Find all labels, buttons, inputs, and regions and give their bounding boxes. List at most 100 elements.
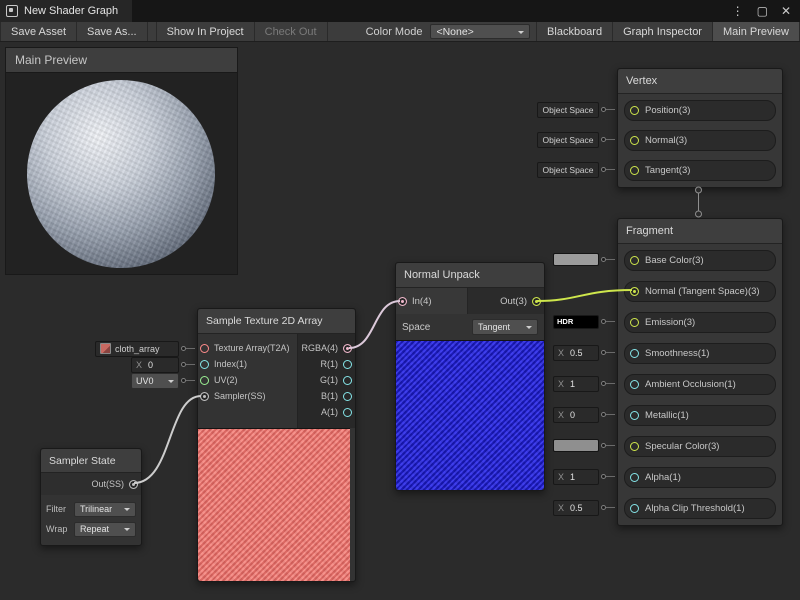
normal-tangent-space-port[interactable] xyxy=(630,287,639,296)
normal-port[interactable] xyxy=(630,136,639,145)
port-row-alpha-clip-threshold: Alpha Clip Threshold(1) xyxy=(624,498,776,519)
sample-texture-2d-array-node[interactable]: Sample Texture 2D Array Texture Array(T2… xyxy=(197,308,356,582)
shader-graph-tab[interactable]: New Shader Graph xyxy=(0,0,132,22)
input-row-uv: UV(2) xyxy=(200,372,238,388)
color-mode-value: <None> xyxy=(436,26,473,38)
space-dropdown[interactable]: Object Space xyxy=(537,102,599,118)
in-port[interactable] xyxy=(398,297,407,306)
float-field[interactable]: X 0 xyxy=(553,407,599,423)
show-in-project-button[interactable]: Show In Project xyxy=(156,22,255,41)
port-row-normal-tangent-space: Normal (Tangent Space)(3) xyxy=(624,281,776,302)
texture-array-port[interactable] xyxy=(200,344,209,353)
save-as-button[interactable]: Save As... xyxy=(77,22,148,41)
texture-name: cloth_array xyxy=(115,344,160,354)
space-dropdown[interactable]: Tangent xyxy=(472,319,538,335)
graph-canvas[interactable]: Main Preview Vertex Position(3) Normal(3… xyxy=(0,42,800,600)
port-row-metallic: Metallic(1) xyxy=(624,405,776,426)
color-mode-dropdown[interactable]: <None> xyxy=(430,24,530,39)
rgba-port[interactable] xyxy=(343,344,352,353)
vertex-node[interactable]: Vertex Position(3) Normal(3) Tangent(3) xyxy=(617,68,783,188)
space-dropdown[interactable]: Object Space xyxy=(537,162,599,178)
edge-rgba-to-in[interactable] xyxy=(349,301,400,348)
main-preview-button[interactable]: Main Preview xyxy=(713,22,800,41)
window-menu-button[interactable]: ⋮ xyxy=(732,4,744,18)
float-field[interactable]: X 0.5 xyxy=(553,500,599,516)
color-swatch[interactable] xyxy=(553,439,599,452)
node-title: Normal Unpack xyxy=(396,263,544,288)
color-swatch[interactable] xyxy=(553,253,599,266)
out-port[interactable] xyxy=(532,297,541,306)
hdr-color-swatch[interactable]: HDR xyxy=(553,315,599,329)
filter-value: Trilinear xyxy=(80,504,112,514)
float-field[interactable]: X 0 xyxy=(131,357,179,373)
position-port[interactable] xyxy=(630,106,639,115)
emission-widget: HDR xyxy=(553,313,615,330)
cloth-texture-preview xyxy=(198,428,350,581)
tangent-port[interactable] xyxy=(630,166,639,175)
space-dropdown[interactable]: Object Space xyxy=(537,132,599,148)
port-row-alpha: Alpha(1) xyxy=(624,467,776,488)
fragment-node[interactable]: Fragment Base Color(3) Normal (Tangent S… xyxy=(617,218,783,526)
dropdown-arrow-icon xyxy=(518,31,524,37)
graph-inspector-button[interactable]: Graph Inspector xyxy=(613,22,713,41)
toolbar-gap xyxy=(148,22,156,41)
toolbar-right-group: Blackboard Graph Inspector Main Preview xyxy=(536,22,800,41)
widget-wire xyxy=(606,476,615,477)
float-value: 0.5 xyxy=(570,503,583,513)
sampler-port[interactable] xyxy=(200,392,209,401)
normal-unpack-node[interactable]: Normal Unpack In(4) Out(3) Space Tangent xyxy=(395,262,545,491)
g-port[interactable] xyxy=(343,376,352,385)
main-preview-panel: Main Preview xyxy=(5,47,238,275)
port-row-emission: Emission(3) xyxy=(624,312,776,333)
port-row-smoothness: Smoothness(1) xyxy=(624,343,776,364)
alpha-port[interactable] xyxy=(630,473,639,482)
port-label: UV(2) xyxy=(214,375,238,385)
float-field[interactable]: X 1 xyxy=(553,376,599,392)
texture-object-field[interactable]: cloth_array xyxy=(95,341,179,357)
axis-label: X xyxy=(558,472,564,482)
output-row-rgba: RGBA(4) xyxy=(301,340,352,356)
uv-port[interactable] xyxy=(200,376,209,385)
main-preview-header[interactable]: Main Preview xyxy=(6,48,237,73)
port-label: Sampler(SS) xyxy=(214,391,266,401)
float-field[interactable]: X 1 xyxy=(553,469,599,485)
sampler-state-node[interactable]: Sampler State Out(SS) Filter Trilinear W… xyxy=(40,448,142,546)
blackboard-button[interactable]: Blackboard xyxy=(536,22,613,41)
filter-dropdown[interactable]: Trilinear xyxy=(74,502,136,517)
float-field[interactable]: X 0.5 xyxy=(553,345,599,361)
close-button[interactable]: ✕ xyxy=(781,4,791,18)
b-port[interactable] xyxy=(343,392,352,401)
index-widget: X 0 xyxy=(131,356,195,373)
maximize-button[interactable]: ▢ xyxy=(757,4,768,18)
port-row-specular-color: Specular Color(3) xyxy=(624,436,776,457)
port-label: Out(SS) xyxy=(91,479,124,489)
widget-wire xyxy=(606,445,615,446)
node-title: Fragment xyxy=(618,219,782,244)
edge-samplerstate-to-sampler[interactable] xyxy=(134,396,201,483)
node-title: Sample Texture 2D Array xyxy=(198,309,355,334)
r-port[interactable] xyxy=(343,360,352,369)
uv-channel-value: UV0 xyxy=(136,376,154,386)
uv-channel-dropdown[interactable]: UV0 xyxy=(131,373,179,389)
port-label: Base Color(3) xyxy=(645,255,704,266)
a-port[interactable] xyxy=(343,408,352,417)
widget-wire xyxy=(606,352,615,353)
space-value: Tangent xyxy=(478,322,510,332)
widget-wire xyxy=(606,321,615,322)
ambient-occlusion-port[interactable] xyxy=(630,380,639,389)
index-port[interactable] xyxy=(200,360,209,369)
base-color-port[interactable] xyxy=(630,256,639,265)
smoothness-port[interactable] xyxy=(630,349,639,358)
specular-color-port[interactable] xyxy=(630,442,639,451)
color-mode-label: Color Mode xyxy=(358,22,431,41)
wrap-dropdown[interactable]: Repeat xyxy=(74,522,136,537)
alpha-clip-threshold-port[interactable] xyxy=(630,504,639,513)
emission-port[interactable] xyxy=(630,318,639,327)
out-ss-port[interactable] xyxy=(129,480,138,489)
port-row-position: Position(3) xyxy=(624,100,776,121)
metallic-port[interactable] xyxy=(630,411,639,420)
save-asset-button[interactable]: Save Asset xyxy=(0,22,77,41)
port-label: Emission(3) xyxy=(645,317,695,328)
tangent-space-widget: Object Space xyxy=(537,161,615,178)
port-label: Tangent(3) xyxy=(645,165,690,176)
